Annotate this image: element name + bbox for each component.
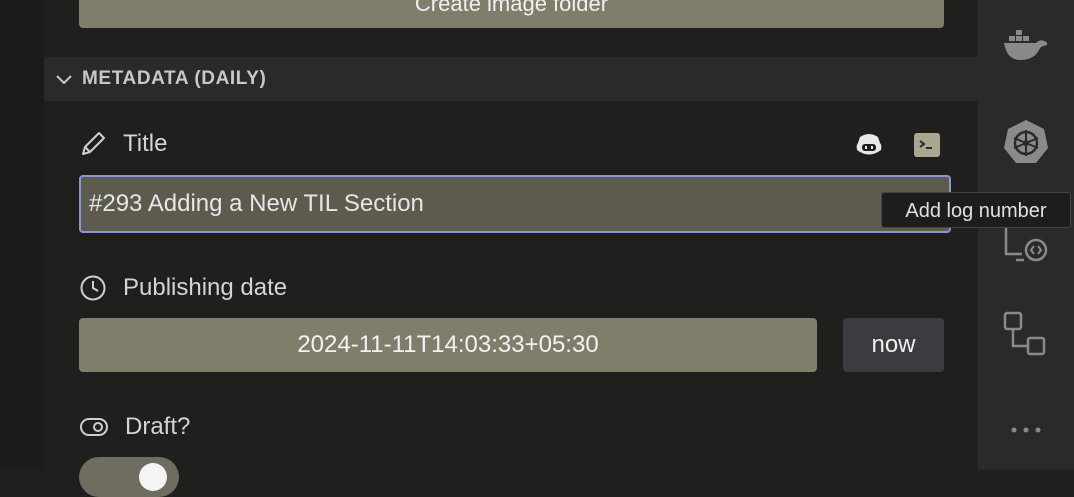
docker-icon[interactable] bbox=[1002, 22, 1050, 70]
title-label: Title bbox=[79, 130, 167, 158]
metadata-panel: Create image folder METADATA (DAILY) Tit… bbox=[44, 0, 978, 497]
publishing-date-field[interactable]: 2024-11-11T14:03:33+05:30 bbox=[79, 318, 817, 372]
more-icon[interactable] bbox=[1002, 406, 1050, 454]
toggle-knob bbox=[139, 463, 167, 491]
kubernetes-icon[interactable] bbox=[1002, 118, 1050, 166]
publishing-date-label-text: Publishing date bbox=[123, 274, 288, 301]
section-title: METADATA (DAILY) bbox=[82, 68, 267, 89]
section-header-metadata[interactable]: METADATA (DAILY) bbox=[44, 57, 978, 101]
chevron-down-icon bbox=[56, 75, 72, 85]
source-control-graph-icon[interactable] bbox=[1002, 310, 1050, 358]
title-label-text: Title bbox=[123, 130, 168, 157]
toggle-icon bbox=[80, 418, 108, 436]
draft-toggle[interactable] bbox=[79, 457, 179, 497]
activity-bar bbox=[978, 0, 1074, 470]
publishing-date-label: Publishing date bbox=[79, 274, 287, 302]
draft-label-text: Draft? bbox=[125, 413, 191, 440]
pencil-icon bbox=[82, 132, 105, 155]
terminal-icon[interactable] bbox=[912, 130, 942, 160]
now-button[interactable]: now bbox=[843, 318, 944, 372]
title-input[interactable] bbox=[79, 175, 951, 233]
copilot-icon[interactable] bbox=[854, 130, 884, 160]
create-image-folder-button[interactable]: Create image folder bbox=[79, 0, 944, 28]
left-gutter bbox=[0, 0, 45, 470]
draft-label: Draft? bbox=[79, 413, 190, 441]
clock-icon bbox=[80, 275, 106, 301]
add-log-number-tooltip: Add log number bbox=[881, 192, 1071, 228]
